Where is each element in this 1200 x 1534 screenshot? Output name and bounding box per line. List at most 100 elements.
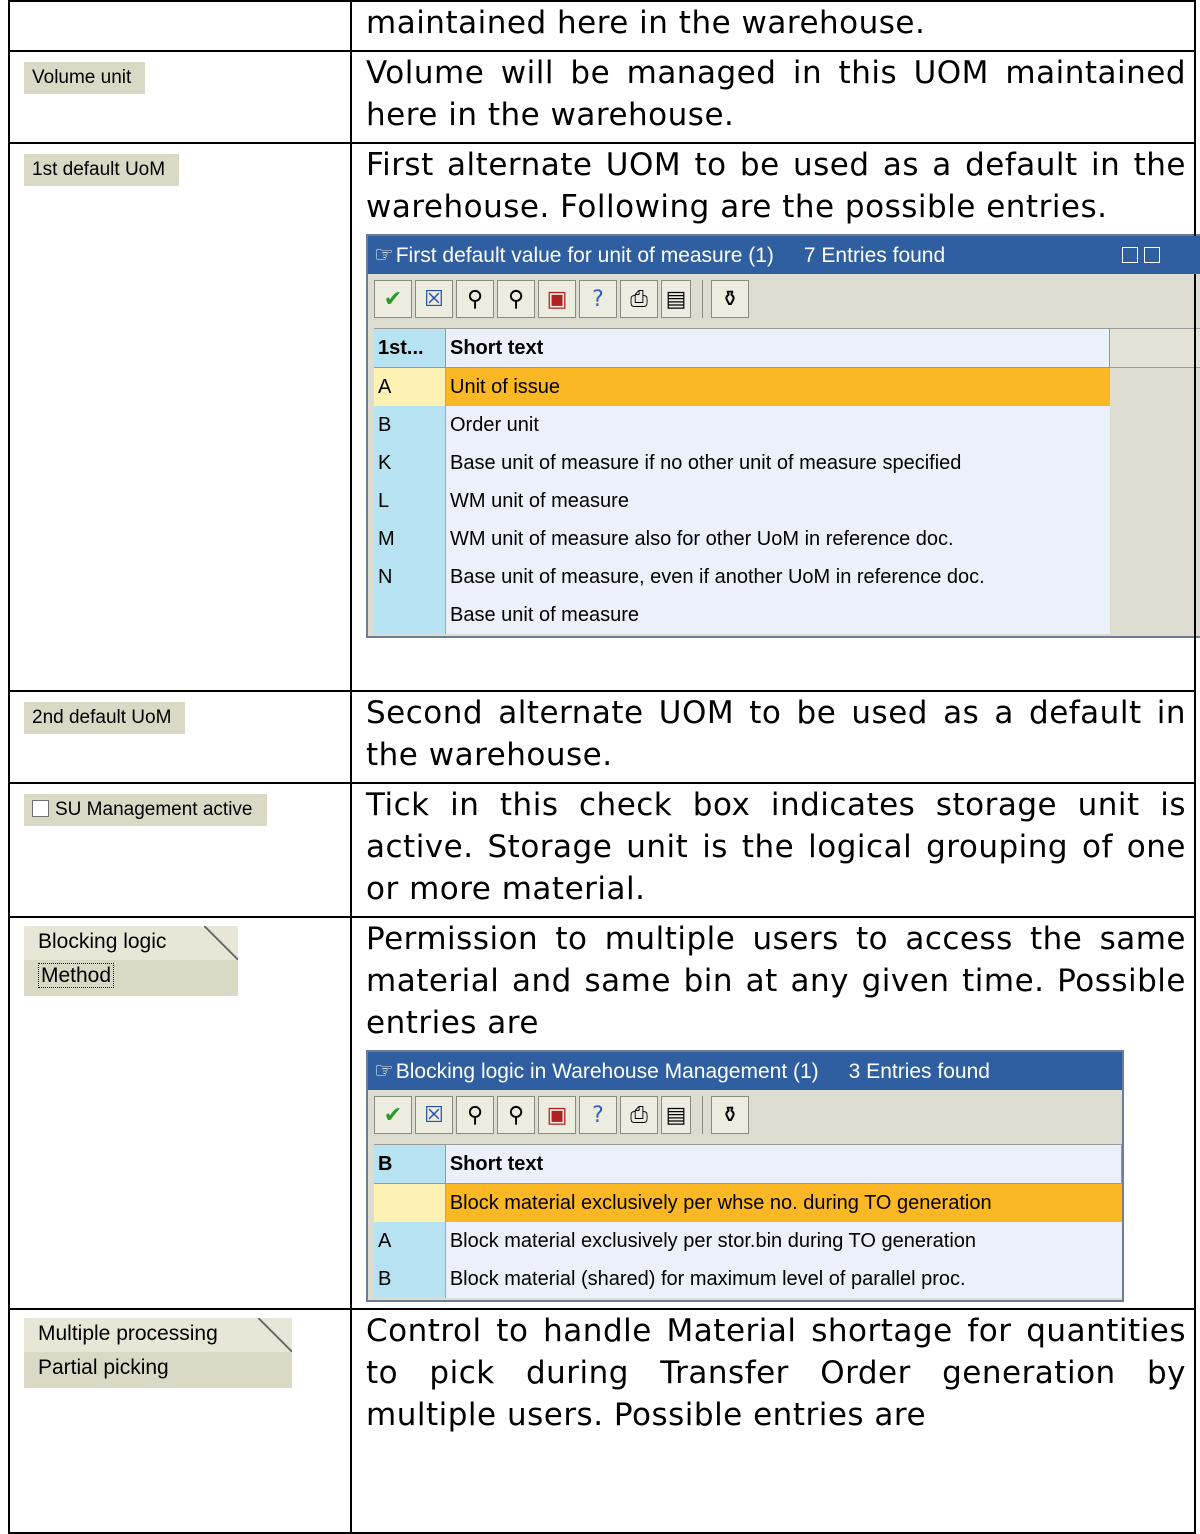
description-text: Volume will be managed in this UOM maint…: [366, 55, 1186, 133]
description-text: maintained here in the warehouse.: [366, 5, 926, 41]
document-table: maintained here in the warehouse. Volume…: [8, 0, 1200, 1534]
popup-toolbar: ✔ ☒ ⚲ ⚲ ▣? ⎙ ▤ ⚱: [368, 274, 1200, 328]
entry-text: WM unit of measure also for other UoM in…: [446, 520, 1110, 558]
description-text: Permission to multiple users to access t…: [366, 921, 1186, 1041]
description-text: First alternate UOM to be used as a defa…: [366, 147, 1186, 225]
cancel-icon[interactable]: ☒: [415, 1096, 453, 1134]
list-item[interactable]: Base unit of measure: [374, 596, 1200, 634]
desc-cell: Volume will be managed in this UOM maint…: [350, 50, 1196, 144]
multiple-processing-tab-label: Multiple processing: [24, 1318, 292, 1352]
entry-text: Block material exclusively per whse no. …: [445, 1184, 1122, 1222]
field-cell: 1st default UoM: [8, 142, 352, 692]
grid-header: B Short text: [374, 1144, 1122, 1184]
find-next-icon[interactable]: ⚲: [497, 280, 535, 318]
value-help-popup-uom: ☞First default value for unit of measure…: [366, 234, 1200, 638]
entry-text: Block material exclusively per stor.bin …: [445, 1222, 1122, 1260]
entry-key: M: [374, 520, 446, 558]
desc-cell: Permission to multiple users to access t…: [350, 916, 1196, 1310]
table-row: SU Management active Tick in this check …: [8, 782, 1196, 918]
print-icon[interactable]: ⎙: [620, 1096, 658, 1134]
entry-key: A: [374, 1222, 446, 1260]
field-cell: Volume unit: [8, 50, 352, 144]
print-preview-icon[interactable]: ▤: [661, 280, 691, 318]
print-icon[interactable]: ⎙: [620, 280, 658, 318]
description-text: Control to handle Material shortage for …: [366, 1313, 1186, 1433]
list-item[interactable]: B Order unit: [374, 406, 1200, 444]
desc-cell: First alternate UOM to be used as a defa…: [350, 142, 1200, 692]
local-menu-icon[interactable]: ⚱: [711, 1096, 749, 1134]
desc-cell: maintained here in the warehouse.: [350, 0, 1196, 52]
help-icon[interactable]: ?: [579, 280, 617, 318]
list-item[interactable]: M WM unit of measure also for other UoM i…: [374, 520, 1200, 558]
table-row: maintained here in the warehouse.: [8, 0, 1196, 52]
entry-key: L: [374, 482, 446, 520]
entry-text: Order unit: [446, 406, 1110, 444]
description-text: Second alternate UOM to be used as a def…: [366, 695, 1186, 773]
multiple-processing-tab[interactable]: Multiple processing Partial picking: [24, 1318, 292, 1388]
field-cell: Blocking logic Method: [8, 916, 352, 1310]
close-icon[interactable]: [1144, 247, 1160, 263]
popup-window-icon: ☞: [374, 242, 394, 267]
minimize-icon[interactable]: [1122, 247, 1138, 263]
check-icon[interactable]: ✔: [374, 280, 412, 318]
blocking-logic-tab-label: Blocking logic: [24, 926, 238, 960]
popup-title-bar: ☞First default value for unit of measure…: [368, 236, 1200, 274]
column-header-key[interactable]: 1st...: [374, 329, 446, 367]
list-item[interactable]: L WM unit of measure: [374, 482, 1200, 520]
entry-text: Unit of issue: [446, 368, 1110, 406]
insert-icon[interactable]: ▣: [538, 280, 576, 318]
entry-key: N: [374, 558, 446, 596]
find-next-icon[interactable]: ⚲: [497, 1096, 535, 1134]
entry-key: B: [374, 406, 446, 444]
results-grid: 1st... Short text A Unit of issue B Order u…: [368, 328, 1200, 636]
volume-unit-label: Volume unit: [24, 62, 146, 94]
list-item[interactable]: A Block material exclusively per stor.bin…: [374, 1222, 1122, 1260]
help-icon[interactable]: ?: [579, 1096, 617, 1134]
local-menu-icon[interactable]: ⚱: [711, 280, 749, 318]
list-item[interactable]: B Block material (shared) for maximum lev…: [374, 1260, 1122, 1298]
entry-key: [374, 596, 446, 634]
entry-key: [374, 1184, 446, 1222]
check-icon[interactable]: ✔: [374, 1096, 412, 1134]
popup-entry-count: 3 Entries found: [848, 1060, 990, 1083]
insert-icon[interactable]: ▣: [538, 1096, 576, 1134]
find-icon[interactable]: ⚲: [456, 1096, 494, 1134]
entry-text: Base unit of measure if no other unit of…: [446, 444, 1110, 482]
popup-title: Blocking logic in Warehouse Management (…: [395, 1060, 819, 1083]
second-default-uom-label: 2nd default UoM: [24, 702, 186, 734]
entry-text: Base unit of measure: [446, 596, 1110, 634]
desc-cell: Second alternate UOM to be used as a def…: [350, 690, 1196, 784]
entry-key: A: [374, 368, 446, 406]
table-row: Volume unit Volume will be managed in th…: [8, 50, 1196, 144]
popup-entry-count: 7 Entries found: [803, 244, 946, 267]
column-header-key[interactable]: B: [374, 1145, 446, 1183]
table-row: 2nd default UoM Second alternate UOM to …: [8, 690, 1196, 784]
entry-text: WM unit of measure: [446, 482, 1110, 520]
list-item[interactable]: N Base unit of measure, even if another U…: [374, 558, 1200, 596]
popup-toolbar: ✔ ☒ ⚲ ⚲ ▣? ⎙ ▤ ⚱: [368, 1090, 1122, 1144]
entry-text: Base unit of measure, even if another Uo…: [446, 558, 1110, 596]
su-management-field: SU Management active: [24, 794, 267, 826]
find-icon[interactable]: ⚲: [456, 280, 494, 318]
column-header-short-text[interactable]: Short text: [446, 329, 1110, 367]
entry-text: Block material (shared) for maximum leve…: [445, 1260, 1122, 1298]
desc-cell: Tick in this check box indicates storage…: [350, 782, 1196, 918]
list-item[interactable]: A Unit of issue: [374, 368, 1200, 406]
blocking-logic-tab[interactable]: Blocking logic Method: [24, 926, 238, 996]
print-preview-icon[interactable]: ▤: [661, 1096, 691, 1134]
desc-cell: Control to handle Material shortage for …: [350, 1308, 1196, 1534]
popup-title-bar: ☞Blocking logic in Warehouse Management …: [368, 1052, 1122, 1090]
popup-window-icon: ☞: [374, 1058, 394, 1083]
partial-picking-label: Partial picking: [38, 1356, 169, 1379]
list-item[interactable]: K Base unit of measure if no other unit o…: [374, 444, 1200, 482]
su-management-checkbox[interactable]: [32, 800, 49, 817]
field-cell: SU Management active: [8, 782, 352, 918]
results-grid: B Short text Block material exclusively p…: [368, 1144, 1122, 1300]
cancel-icon[interactable]: ☒: [415, 280, 453, 318]
table-row: Multiple processing Partial picking Cont…: [8, 1308, 1196, 1534]
field-cell: 2nd default UoM: [8, 690, 352, 784]
column-header-short-text[interactable]: Short text: [445, 1145, 1122, 1183]
description-text: Tick in this check box indicates storage…: [366, 787, 1186, 907]
first-default-uom-label: 1st default UoM: [24, 154, 180, 186]
list-item[interactable]: Block material exclusively per whse no. …: [374, 1184, 1122, 1222]
